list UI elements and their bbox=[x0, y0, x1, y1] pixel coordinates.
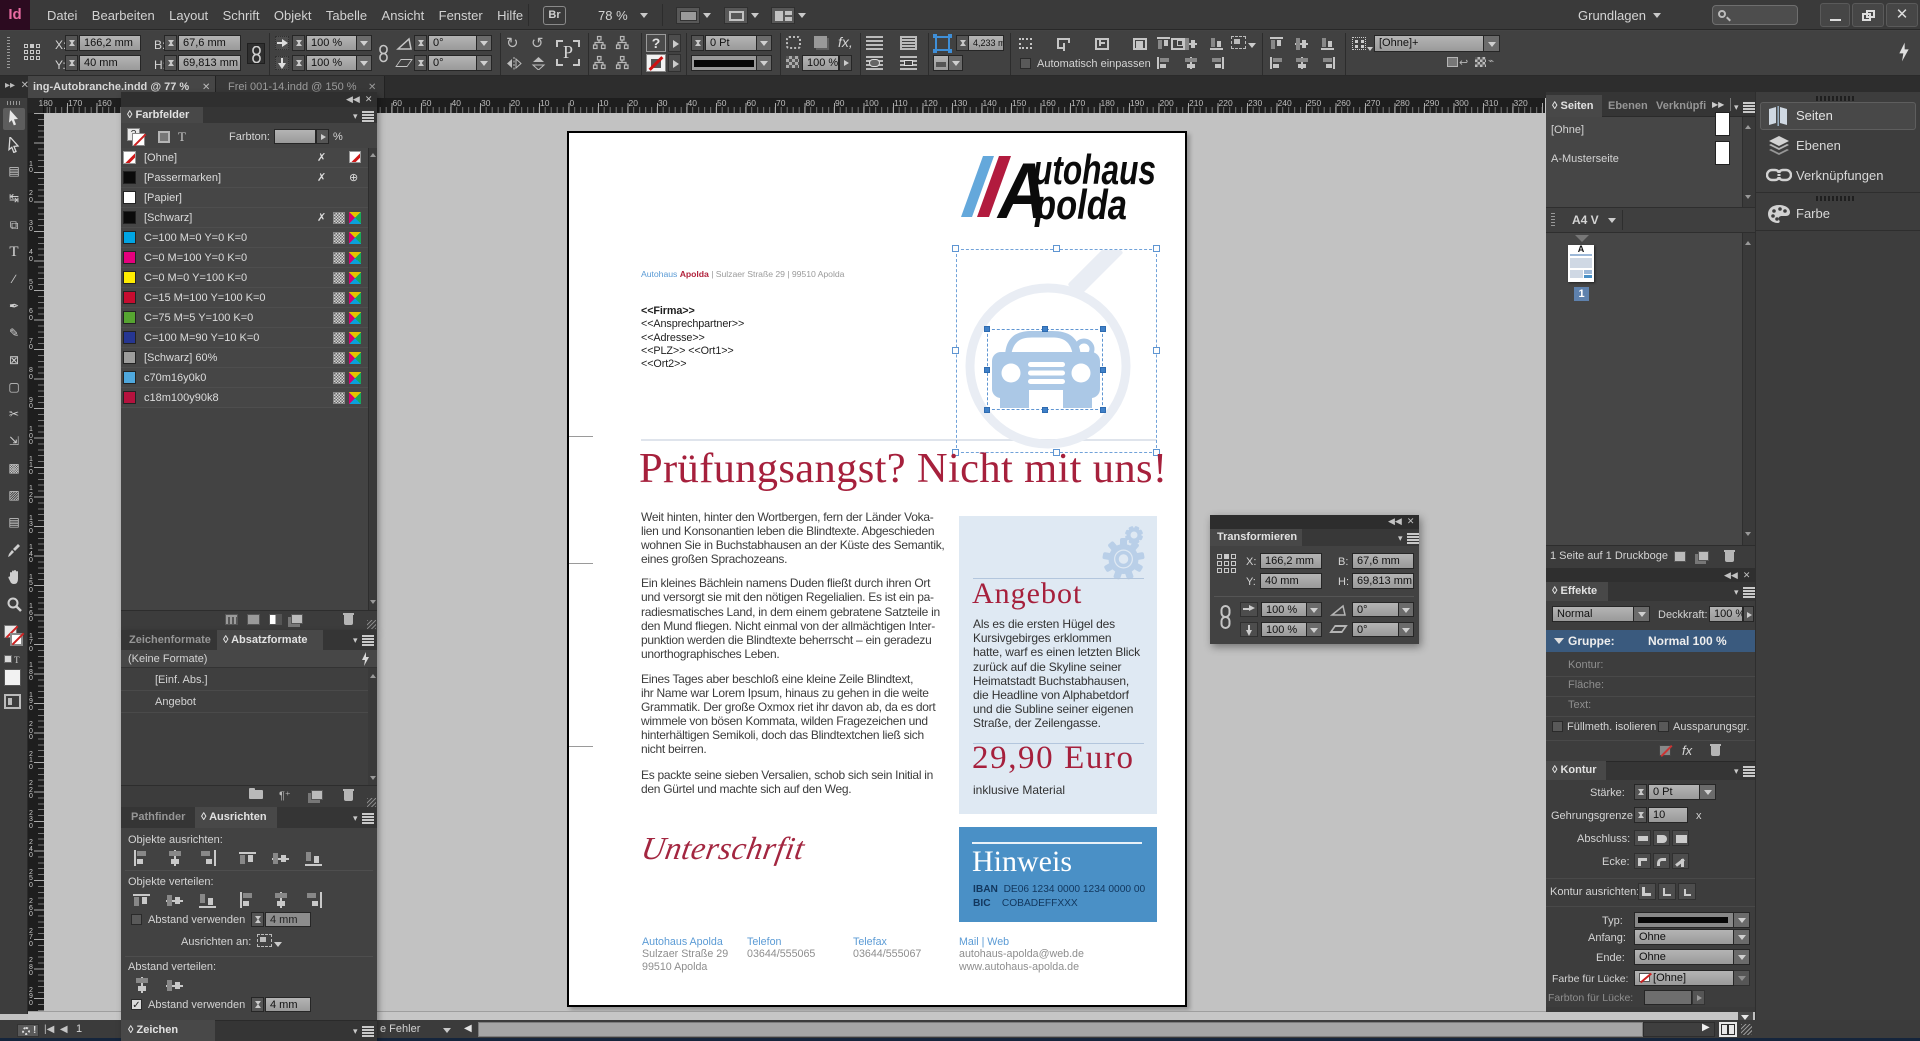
svg-text:polda: polda bbox=[1034, 181, 1127, 227]
